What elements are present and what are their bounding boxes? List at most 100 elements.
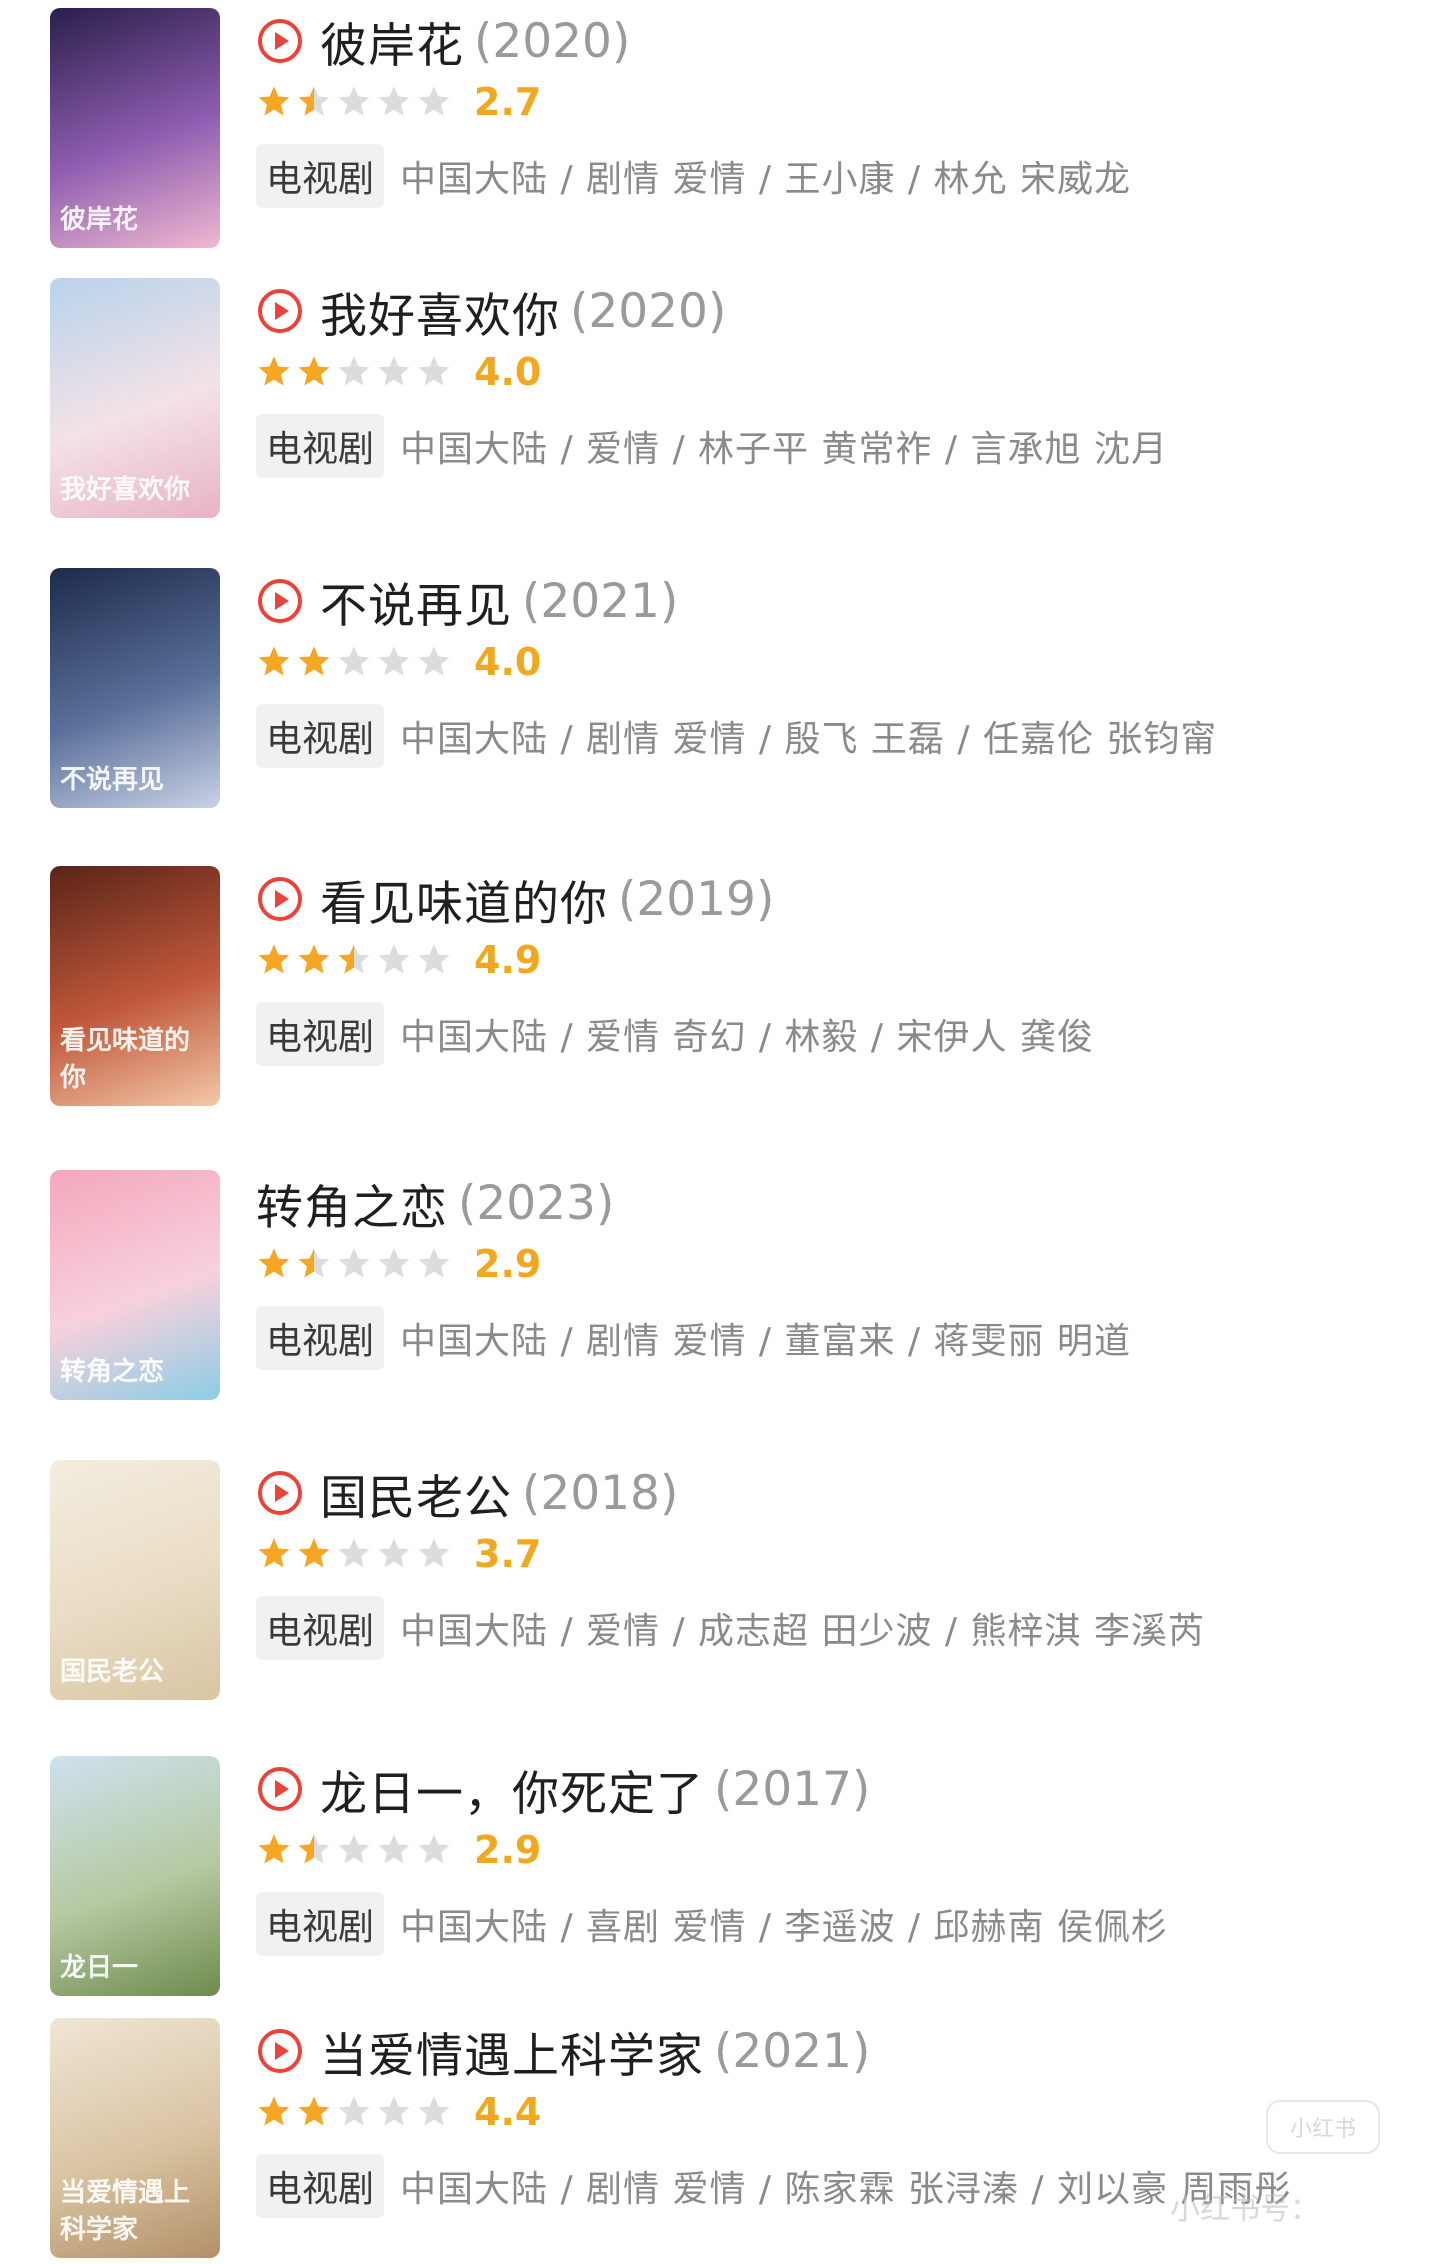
- list-item[interactable]: 转角之恋 转角之恋 (2023) 2.9 电视剧 中国大陆 / 剧情 爱情 / 董富来 /…: [0, 1170, 1440, 1430]
- play-icon[interactable]: [256, 1469, 304, 1517]
- item-info: 转角之恋 (2023) 2.9 电视剧 中国大陆 / 剧情 爱情 / 董富来 / 蒋雯丽…: [256, 1170, 1400, 1370]
- star-empty-icon: [418, 1248, 450, 1278]
- star-filled-icon: [258, 356, 290, 386]
- poster-image[interactable]: 当爱情遇上科学家: [50, 2018, 220, 2258]
- star-filled-icon: [258, 646, 290, 676]
- list-item[interactable]: 彼岸花 彼岸花 (2020) 2.7 电视剧 中国大陆 / 剧情 爱情 / 王小康 / 林…: [0, 8, 1440, 268]
- meta-line: 电视剧 中国大陆 / 爱情 / 林子平 黄常祚 / 言承旭 沈月: [256, 414, 1400, 478]
- year: (2020): [474, 13, 631, 69]
- title[interactable]: 不说再见: [320, 567, 512, 636]
- meta-text: 中国大陆 / 爱情 / 成志超 田少波 / 熊梓淇 李溪芮: [400, 1611, 1205, 1652]
- poster-caption: 彼岸花: [60, 205, 139, 235]
- star-half-icon: [298, 86, 330, 116]
- star-rating: [256, 1536, 456, 1572]
- year: (2020): [570, 283, 727, 339]
- title-line: 龙日一，你死定了 (2017): [256, 1756, 1400, 1822]
- list-item[interactable]: 不说再见 不说再见 (2021) 4.0 电视剧 中国大陆 / 剧情 爱情 / 殷飞 王磊…: [0, 568, 1440, 828]
- star-empty-icon: [378, 86, 410, 116]
- title[interactable]: 我好喜欢你: [320, 277, 560, 346]
- title-line: 转角之恋 (2023): [256, 1170, 1400, 1236]
- play-icon[interactable]: [256, 577, 304, 625]
- star-filled-icon: [298, 2096, 330, 2126]
- play-icon[interactable]: [256, 2027, 304, 2075]
- meta-text: 中国大陆 / 剧情 爱情 / 王小康 / 林允 宋威龙: [400, 159, 1131, 200]
- star-empty-icon: [378, 2096, 410, 2126]
- year: (2021): [714, 2023, 871, 2079]
- play-icon[interactable]: [256, 17, 304, 65]
- star-empty-icon: [418, 646, 450, 676]
- star-empty-icon: [378, 1248, 410, 1278]
- year: (2019): [618, 871, 775, 927]
- item-info: 彼岸花 (2020) 2.7 电视剧 中国大陆 / 剧情 爱情 / 王小康 / 林允 宋…: [256, 8, 1400, 208]
- poster-caption: 当爱情遇上科学家: [60, 2178, 191, 2245]
- poster-caption: 我好喜欢你: [60, 475, 191, 505]
- year: (2017): [714, 1761, 871, 1817]
- rating: 4.4: [256, 2084, 1400, 2140]
- list-item[interactable]: 龙日一 龙日一，你死定了 (2017) 2.9 电视剧 中国大陆 / 喜剧 爱情 / 李遥…: [0, 1756, 1440, 2016]
- star-filled-icon: [258, 944, 290, 974]
- poster-image[interactable]: 龙日一: [50, 1756, 220, 1996]
- poster-image[interactable]: 彼岸花: [50, 8, 220, 248]
- item-info: 不说再见 (2021) 4.0 电视剧 中国大陆 / 剧情 爱情 / 殷飞 王磊 / 任…: [256, 568, 1400, 768]
- item-info: 龙日一，你死定了 (2017) 2.9 电视剧 中国大陆 / 喜剧 爱情 / 李遥波 /…: [256, 1756, 1400, 1956]
- score: 2.7: [474, 80, 542, 124]
- rating: 4.0: [256, 634, 1400, 690]
- star-empty-icon: [418, 1538, 450, 1568]
- movie-list: 彼岸花 彼岸花 (2020) 2.7 电视剧 中国大陆 / 剧情 爱情 / 王小康 / 林…: [0, 0, 1440, 2264]
- star-empty-icon: [338, 2096, 370, 2126]
- title[interactable]: 看见味道的你: [320, 865, 608, 934]
- play-icon[interactable]: [256, 1765, 304, 1813]
- poster-image[interactable]: 国民老公: [50, 1460, 220, 1700]
- star-filled-icon: [258, 1538, 290, 1568]
- play-icon[interactable]: [256, 287, 304, 335]
- star-rating: [256, 1246, 456, 1282]
- meta-line: 电视剧 中国大陆 / 剧情 爱情 / 王小康 / 林允 宋威龙: [256, 144, 1400, 208]
- star-empty-icon: [418, 86, 450, 116]
- title-line: 国民老公 (2018): [256, 1460, 1400, 1526]
- star-filled-icon: [258, 1248, 290, 1278]
- year: (2021): [522, 573, 679, 629]
- item-info: 国民老公 (2018) 3.7 电视剧 中国大陆 / 爱情 / 成志超 田少波 / 熊梓…: [256, 1460, 1400, 1660]
- list-item[interactable]: 国民老公 国民老公 (2018) 3.7 电视剧 中国大陆 / 爱情 / 成志超 田少波 …: [0, 1460, 1440, 1720]
- star-half-icon: [298, 1248, 330, 1278]
- score: 2.9: [474, 1828, 542, 1872]
- star-empty-icon: [338, 356, 370, 386]
- poster-image[interactable]: 不说再见: [50, 568, 220, 808]
- category-tag: 电视剧: [256, 1306, 385, 1370]
- title[interactable]: 龙日一，你死定了: [320, 1755, 704, 1824]
- poster-image[interactable]: 看见味道的你: [50, 866, 220, 1106]
- star-rating: [256, 354, 456, 390]
- star-filled-icon: [258, 1834, 290, 1864]
- list-item[interactable]: 看见味道的你 看见味道的你 (2019) 4.9 电视剧 中国大陆 / 爱情 奇幻 / 林…: [0, 866, 1440, 1126]
- meta-line: 电视剧 中国大陆 / 喜剧 爱情 / 李遥波 / 邱赫南 侯佩杉: [256, 1892, 1400, 1956]
- star-rating: [256, 644, 456, 680]
- star-half-icon: [338, 944, 370, 974]
- star-rating: [256, 942, 456, 978]
- year: (2018): [522, 1465, 679, 1521]
- star-empty-icon: [378, 646, 410, 676]
- category-tag: 电视剧: [256, 1002, 385, 1066]
- rating: 2.9: [256, 1822, 1400, 1878]
- category-tag: 电视剧: [256, 1596, 385, 1660]
- watermark-badge: 小红书: [1266, 2100, 1380, 2154]
- category-tag: 电视剧: [256, 414, 385, 478]
- poster-caption: 龙日一: [60, 1953, 139, 1983]
- star-empty-icon: [338, 1834, 370, 1864]
- poster-image[interactable]: 我好喜欢你: [50, 278, 220, 518]
- title[interactable]: 转角之恋: [256, 1169, 448, 1238]
- title-line: 当爱情遇上科学家 (2021): [256, 2018, 1400, 2084]
- title[interactable]: 彼岸花: [320, 7, 464, 76]
- meta-text: 中国大陆 / 剧情 爱情 / 陈家霖 张浔溱 / 刘以豪 周雨彤: [400, 2169, 1292, 2210]
- meta-text: 中国大陆 / 爱情 / 林子平 黄常祚 / 言承旭 沈月: [400, 429, 1168, 470]
- poster-caption: 看见味道的你: [60, 1026, 191, 1093]
- star-filled-icon: [298, 1538, 330, 1568]
- star-empty-icon: [338, 1538, 370, 1568]
- play-icon[interactable]: [256, 875, 304, 923]
- title[interactable]: 当爱情遇上科学家: [320, 2017, 704, 2086]
- poster-image[interactable]: 转角之恋: [50, 1170, 220, 1400]
- title-line: 看见味道的你 (2019): [256, 866, 1400, 932]
- score: 4.0: [474, 640, 542, 684]
- rating: 4.0: [256, 344, 1400, 400]
- list-item[interactable]: 我好喜欢你 我好喜欢你 (2020) 4.0 电视剧 中国大陆 / 爱情 / 林子平 黄常…: [0, 278, 1440, 538]
- title[interactable]: 国民老公: [320, 1459, 512, 1528]
